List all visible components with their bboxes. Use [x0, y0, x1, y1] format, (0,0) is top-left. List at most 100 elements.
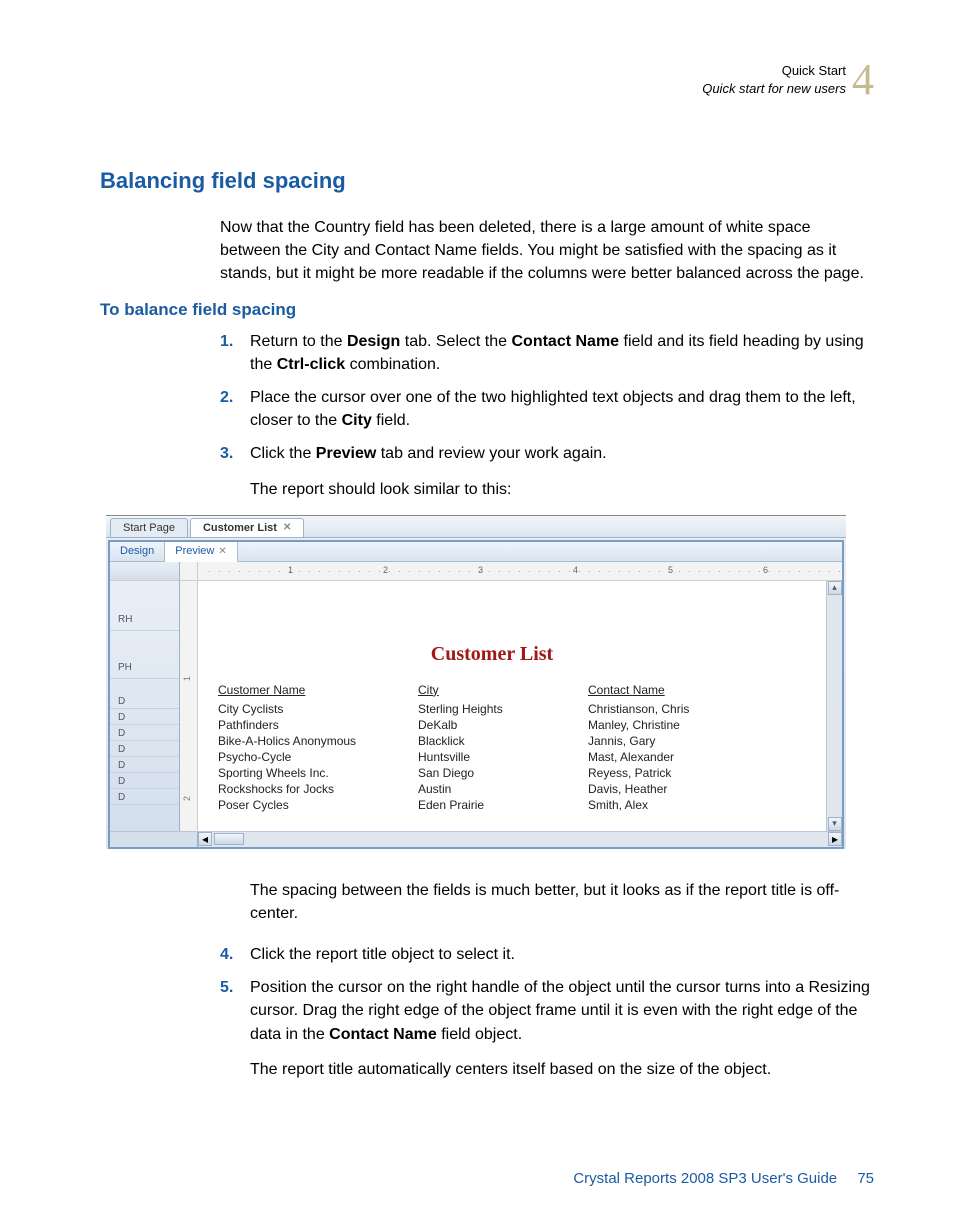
section-label: D: [110, 757, 179, 773]
table-row: Poser CyclesEden PrairieSmith, Alex: [218, 797, 729, 813]
section-label: D: [110, 741, 179, 757]
scroll-thumb[interactable]: [214, 833, 244, 845]
table-cell: Sporting Wheels Inc.: [218, 765, 418, 781]
footer-doc-title: Crystal Reports 2008 SP3 User's Guide: [573, 1170, 837, 1187]
header-breadcrumb-top: Quick Start: [702, 62, 846, 80]
section-label: D: [110, 693, 179, 709]
page-header: Quick Start Quick start for new users 4: [702, 58, 874, 102]
closing-paragraph: The report title automatically centers i…: [250, 1058, 874, 1081]
page-footer: Crystal Reports 2008 SP3 User's Guide 75: [573, 1170, 874, 1187]
ruler-tick: 4: [573, 565, 578, 575]
scroll-up-icon[interactable]: ▴: [828, 581, 842, 595]
vertical-scrollbar[interactable]: ▴ ▾: [826, 581, 842, 831]
tab-label: Start Page: [123, 522, 175, 534]
table-cell: San Diego: [418, 765, 588, 781]
view-tab-bar: Design Preview ✕: [110, 542, 842, 562]
section-label: D: [110, 789, 179, 805]
section-label: D: [110, 709, 179, 725]
table-cell: Bike-A-Holics Anonymous: [218, 733, 418, 749]
table-cell: Manley, Christine: [588, 717, 729, 733]
tab-label: Design: [120, 545, 154, 557]
close-icon[interactable]: ✕: [283, 522, 291, 533]
section-heading: Balancing field spacing: [100, 168, 874, 194]
vertical-ruler: 1 2: [180, 581, 198, 831]
table-cell: Psycho-Cycle: [218, 749, 418, 765]
intro-paragraph: Now that the Country field has been dele…: [220, 216, 874, 286]
ruler-tick: 6: [763, 565, 768, 575]
tab-label: Customer List: [203, 522, 277, 534]
column-header: City: [418, 681, 588, 701]
table-cell: Eden Prairie: [418, 797, 588, 813]
procedure-heading: To balance field spacing: [100, 300, 874, 320]
footer-page-number: 75: [857, 1170, 874, 1187]
section-label: D: [110, 773, 179, 789]
table-cell: DeKalb: [418, 717, 588, 733]
section-label: D: [110, 725, 179, 741]
tab-label: Preview: [175, 545, 214, 557]
steps-list-2: 4. Click the report title object to sele…: [220, 943, 874, 1046]
steps-list-1: 1. Return to the Design tab. Select the …: [220, 330, 874, 466]
table-row: PathfindersDeKalbManley, Christine: [218, 717, 729, 733]
table-cell: City Cyclists: [218, 701, 418, 717]
table-cell: Blacklick: [418, 733, 588, 749]
step-text: Return to the Design tab. Select the Con…: [250, 333, 864, 373]
column-header: Customer Name: [218, 681, 418, 701]
table-cell: Rockshocks for Jocks: [218, 781, 418, 797]
report-preview-screenshot: Start Page Customer List ✕ Design Previe…: [106, 515, 846, 849]
step-1: 1. Return to the Design tab. Select the …: [220, 330, 874, 376]
header-breadcrumb-sub: Quick start for new users: [702, 80, 846, 98]
column-header: Contact Name: [588, 681, 729, 701]
table-row: Psycho-CycleHuntsvilleMast, Alexander: [218, 749, 729, 765]
table-cell: Smith, Alex: [588, 797, 729, 813]
step-5: 5. Position the cursor on the right hand…: [220, 976, 874, 1046]
scroll-left-icon[interactable]: ◂: [198, 832, 212, 846]
step-number: 1.: [220, 330, 233, 353]
table-cell: Huntsville: [418, 749, 588, 765]
table-cell: Christianson, Chris: [588, 701, 729, 717]
step-text: Click the report title object to select …: [250, 946, 515, 963]
table-row: Sporting Wheels Inc.San DiegoReyess, Pat…: [218, 765, 729, 781]
report-title: Customer List: [198, 643, 786, 666]
scroll-right-icon[interactable]: ▸: [828, 832, 842, 846]
tab-design[interactable]: Design: [110, 542, 165, 561]
tab-start-page[interactable]: Start Page: [110, 518, 188, 537]
result-caption: The report should look similar to this:: [250, 478, 874, 501]
horizontal-scrollbar[interactable]: ◂ ▸: [110, 831, 842, 847]
tab-customer-list[interactable]: Customer List ✕: [190, 518, 304, 537]
table-cell: Davis, Heather: [588, 781, 729, 797]
table-row: Bike-A-Holics AnonymousBlacklickJannis, …: [218, 733, 729, 749]
ruler-tick: 1: [288, 565, 293, 575]
step-number: 2.: [220, 386, 233, 409]
step-number: 3.: [220, 442, 233, 465]
step-3: 3. Click the Preview tab and review your…: [220, 442, 874, 465]
section-label: PH: [110, 659, 179, 679]
report-table-body: City CyclistsSterling HeightsChristianso…: [218, 701, 729, 813]
table-cell: Jannis, Gary: [588, 733, 729, 749]
ruler-tick: 3: [478, 565, 483, 575]
scroll-down-icon[interactable]: ▾: [828, 817, 842, 831]
step-number: 4.: [220, 943, 233, 966]
chapter-number: 4: [852, 58, 874, 102]
horizontal-ruler: ········································…: [198, 562, 842, 580]
step-text: Click the Preview tab and review your wo…: [250, 445, 607, 462]
table-cell: Sterling Heights: [418, 701, 588, 717]
post-screenshot-paragraph: The spacing between the fields is much b…: [250, 879, 874, 925]
table-cell: Reyess, Patrick: [588, 765, 729, 781]
report-table: Customer Name City Contact Name City Cyc…: [218, 681, 729, 813]
step-text: Position the cursor on the right handle …: [250, 979, 870, 1042]
ruler-tick: 5: [668, 565, 673, 575]
section-label: RH: [110, 611, 179, 631]
table-cell: Austin: [418, 781, 588, 797]
close-icon[interactable]: ✕: [218, 546, 226, 557]
report-canvas: Customer List Customer Name City Contact…: [198, 581, 826, 831]
step-text: Place the cursor over one of the two hig…: [250, 389, 856, 429]
table-row: Rockshocks for JocksAustinDavis, Heather: [218, 781, 729, 797]
table-cell: Mast, Alexander: [588, 749, 729, 765]
table-row: City CyclistsSterling HeightsChristianso…: [218, 701, 729, 717]
table-cell: Pathfinders: [218, 717, 418, 733]
tab-preview[interactable]: Preview ✕: [165, 542, 238, 562]
document-tab-bar: Start Page Customer List ✕: [106, 516, 846, 538]
step-number: 5.: [220, 976, 233, 999]
step-4: 4. Click the report title object to sele…: [220, 943, 874, 966]
table-cell: Poser Cycles: [218, 797, 418, 813]
